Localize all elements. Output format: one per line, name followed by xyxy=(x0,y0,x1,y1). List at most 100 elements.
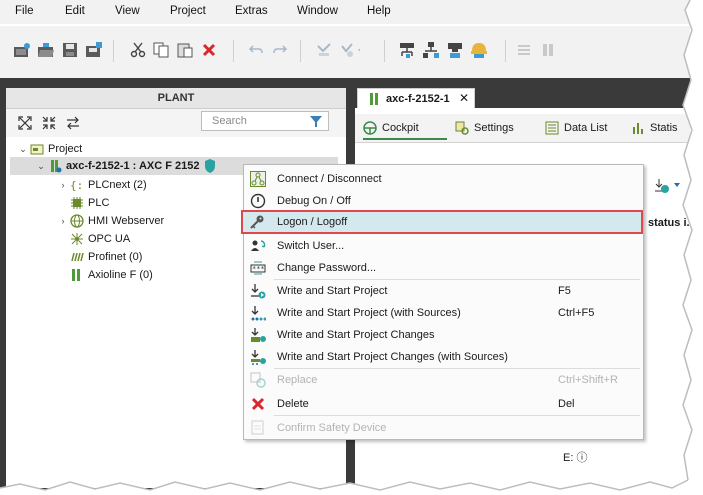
menu-item-connect[interactable]: Connect / Disconnect xyxy=(244,168,643,190)
layout-icon[interactable] xyxy=(514,40,534,60)
tab-data-list[interactable]: Data List xyxy=(545,118,607,138)
plant-search-input[interactable]: Search xyxy=(201,111,329,131)
tree-label: Axioline F (0) xyxy=(88,269,153,281)
menu-item-write-changes-sources[interactable]: Write and Start Project Changes (with So… xyxy=(244,346,643,368)
menu-help[interactable]: Help xyxy=(367,5,391,17)
redo-icon[interactable] xyxy=(270,40,290,60)
password-icon: *** xyxy=(250,261,266,275)
menu-view[interactable]: View xyxy=(115,5,140,17)
menu-project[interactable]: Project xyxy=(170,5,206,17)
undo-icon[interactable] xyxy=(246,40,266,60)
tree-node-hmi-webserver[interactable]: › HMI Webserver xyxy=(58,212,164,230)
footer-info: E: ⓘ xyxy=(563,452,588,464)
menu-item-label: Write and Start Project Changes xyxy=(277,329,435,341)
network-alt-icon[interactable] xyxy=(421,40,441,60)
write-start-sources-icon xyxy=(251,306,266,321)
delete-icon xyxy=(251,397,265,411)
menu-item-label: Change Password... xyxy=(277,262,377,274)
key-icon xyxy=(250,215,264,229)
copy-icon[interactable] xyxy=(151,40,171,60)
menu-item-delete[interactable]: Delete Del xyxy=(244,393,643,415)
tree-node-opc-ua[interactable]: OPC UA xyxy=(58,230,130,248)
close-icon[interactable]: ✕ xyxy=(459,91,469,105)
tree-label: HMI Webserver xyxy=(88,215,165,227)
cut-icon[interactable] xyxy=(128,40,148,60)
tab-label: Data List xyxy=(564,122,608,134)
network-icon[interactable] xyxy=(397,40,417,60)
new-project-icon[interactable] xyxy=(12,40,32,60)
menu-item-write-changes[interactable]: Write and Start Project Changes xyxy=(244,324,643,346)
collapse-all-icon[interactable] xyxy=(42,116,56,130)
menu-item-label: Logon / Logoff xyxy=(277,216,348,228)
controller-icon xyxy=(370,93,378,105)
menu-bar: File Edit View Project Extras Window Hel… xyxy=(0,0,690,24)
sync-arrows-icon[interactable] xyxy=(66,116,80,130)
switch-user-icon xyxy=(251,240,266,251)
tree-label: PLCnext (2) xyxy=(88,179,147,191)
menu-item-switch-user[interactable]: Switch User... xyxy=(244,235,643,257)
profinet-icon xyxy=(71,252,84,262)
write-start-icon xyxy=(251,284,266,299)
chevron-down-icon[interactable]: ⌄ xyxy=(18,144,28,155)
tree-node-project[interactable]: ⌄ Project xyxy=(18,140,82,158)
safety-icon[interactable] xyxy=(469,40,489,60)
menu-edit[interactable]: Edit xyxy=(65,5,85,17)
write-changes-icon xyxy=(251,328,266,342)
list-icon xyxy=(545,121,559,135)
menu-window[interactable]: Window xyxy=(297,5,338,17)
build-icon[interactable] xyxy=(340,40,360,60)
write-start-dropdown-icon[interactable] xyxy=(654,178,684,194)
menu-item-write-start-sources[interactable]: Write and Start Project (with Sources) C… xyxy=(244,302,643,324)
gear-icon xyxy=(455,121,469,135)
menu-item-label: Write and Start Project (with Sources) xyxy=(277,307,461,319)
menu-item-change-password[interactable]: *** Change Password... xyxy=(244,257,643,279)
opcua-icon xyxy=(71,233,83,245)
toolbar xyxy=(0,26,690,79)
tree-label: Project xyxy=(48,143,83,155)
tree-node-axioline[interactable]: Axioline F (0) xyxy=(58,266,153,284)
tree-label: OPC UA xyxy=(88,233,131,245)
frame-bar xyxy=(0,78,690,86)
menu-item-label: Delete xyxy=(277,398,309,410)
chevron-down-icon[interactable]: ⌄ xyxy=(36,161,46,172)
tree-label: PLC xyxy=(88,197,110,209)
layout-alt-icon[interactable] xyxy=(538,40,558,60)
document-tab[interactable]: axc-f-2152-1 ✕ xyxy=(357,88,475,108)
tree-label: axc-f-2152-1 : AXC F 2152 xyxy=(66,160,200,172)
tree-node-plc[interactable]: PLC xyxy=(58,194,109,212)
tree-node-profinet[interactable]: Profinet (0) xyxy=(58,248,142,266)
globe-icon xyxy=(70,214,84,228)
status-column-header: status i... xyxy=(648,217,696,229)
open-project-icon[interactable] xyxy=(36,40,56,60)
menu-item-write-start[interactable]: Write and Start Project F5 xyxy=(244,280,643,302)
menu-item-label: Confirm Safety Device xyxy=(277,422,387,434)
menu-extras[interactable]: Extras xyxy=(235,5,268,17)
filter-icon[interactable] xyxy=(309,115,323,128)
compile-icon[interactable] xyxy=(314,40,334,60)
tab-settings[interactable]: Settings xyxy=(455,118,514,138)
chevron-right-icon[interactable]: › xyxy=(58,180,68,190)
menu-item-logon-highlight[interactable]: Logon / Logoff xyxy=(241,210,643,234)
document-tab-title: axc-f-2152-1 xyxy=(386,93,450,105)
tab-label: Cockpit xyxy=(382,122,419,134)
online-icon[interactable] xyxy=(445,40,465,60)
chevron-right-icon[interactable]: › xyxy=(58,216,68,226)
axioline-icon xyxy=(72,269,80,281)
expand-all-icon[interactable] xyxy=(18,116,32,130)
menu-item-replace[interactable]: Replace Ctrl+Shift+R xyxy=(244,369,643,391)
menu-item-debug[interactable]: Debug On / Off xyxy=(244,190,643,212)
menu-file[interactable]: File xyxy=(15,5,34,17)
paste-icon[interactable] xyxy=(175,40,195,60)
tree-node-plcnext[interactable]: › {:} PLCnext (2) xyxy=(58,176,147,194)
save-icon[interactable] xyxy=(60,40,80,60)
plcnext-icon: {:} xyxy=(70,179,84,192)
menu-item-shortcut: F5 xyxy=(558,285,571,297)
replace-icon xyxy=(250,372,266,388)
save-as-icon[interactable] xyxy=(84,40,104,60)
context-menu: Connect / Disconnect Debug On / Off Swit… xyxy=(243,164,644,440)
tab-statistics[interactable]: Statis xyxy=(631,118,678,138)
menu-item-confirm-safety[interactable]: Confirm Safety Device xyxy=(244,417,643,439)
delete-icon[interactable] xyxy=(199,40,219,60)
menu-item-label: Connect / Disconnect xyxy=(277,173,382,185)
tab-cockpit[interactable]: Cockpit xyxy=(363,118,447,140)
